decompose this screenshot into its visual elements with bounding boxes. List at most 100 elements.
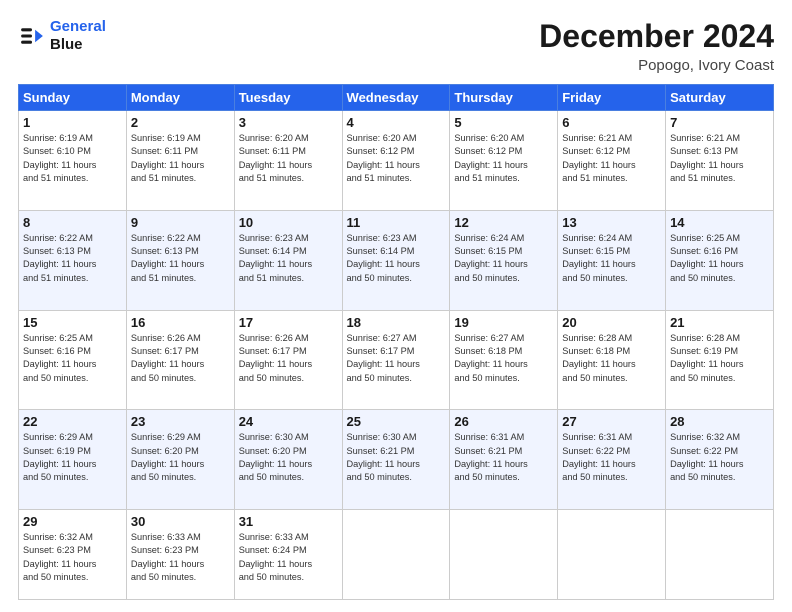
cell-details: Sunrise: 6:22 AM Sunset: 6:13 PM Dayligh…	[131, 232, 230, 285]
logo-line2: Blue	[50, 36, 83, 53]
calendar-cell: 19 Sunrise: 6:27 AM Sunset: 6:18 PM Dayli…	[450, 310, 558, 410]
col-header-tuesday: Tuesday	[234, 85, 342, 111]
cell-details: Sunrise: 6:28 AM Sunset: 6:19 PM Dayligh…	[670, 332, 769, 385]
cell-details: Sunrise: 6:31 AM Sunset: 6:21 PM Dayligh…	[454, 431, 553, 484]
month-year: December 2024	[539, 18, 774, 55]
day-number: 9	[131, 215, 230, 230]
calendar-cell: 30Sunrise: 6:33 AM Sunset: 6:23 PM Dayli…	[126, 510, 234, 600]
cell-details: Sunrise: 6:23 AM Sunset: 6:14 PM Dayligh…	[347, 232, 446, 285]
calendar-cell: 29 Sunrise: 6:32 AM Sunset: 6:23 PM Dayli…	[19, 510, 127, 600]
cell-details: Sunrise: 6:29 AM Sunset: 6:20 PM Dayligh…	[131, 431, 230, 484]
calendar-cell	[558, 510, 666, 600]
calendar-cell: 3 Sunrise: 6:20 AM Sunset: 6:11 PM Daylig…	[234, 111, 342, 211]
cell-details: Sunrise: 6:21 AM Sunset: 6:12 PM Dayligh…	[562, 132, 661, 185]
day-number: 20	[562, 315, 661, 330]
calendar-cell: 20 Sunrise: 6:28 AM Sunset: 6:18 PM Dayli…	[558, 310, 666, 410]
location: Popogo, Ivory Coast	[539, 57, 774, 74]
day-number: 19	[454, 315, 553, 330]
title-block: December 2024 Popogo, Ivory Coast	[539, 18, 774, 74]
header-row: SundayMondayTuesdayWednesdayThursdayFrid…	[19, 85, 774, 111]
day-number: 28	[670, 414, 769, 429]
calendar-cell: 23 Sunrise: 6:29 AM Sunset: 6:20 PM Dayli…	[126, 410, 234, 510]
day-number: 21	[670, 315, 769, 330]
cell-details: Sunrise: 6:20 AM Sunset: 6:12 PM Dayligh…	[347, 132, 446, 185]
day-number: 14	[670, 215, 769, 230]
calendar-cell: 12 Sunrise: 6:24 AM Sunset: 6:15 PM Dayli…	[450, 210, 558, 310]
day-number: 7	[670, 115, 769, 130]
calendar-cell: 27Sunrise: 6:31 AM Sunset: 6:22 PM Dayli…	[558, 410, 666, 510]
day-number: 4	[347, 115, 446, 130]
cell-details: Sunrise: 6:25 AM Sunset: 6:16 PM Dayligh…	[670, 232, 769, 285]
cell-details: Sunrise: 6:21 AM Sunset: 6:13 PM Dayligh…	[670, 132, 769, 185]
day-number: 13	[562, 215, 661, 230]
week-row-1: 1 Sunrise: 6:19 AM Sunset: 6:10 PM Daylig…	[19, 111, 774, 211]
cell-details: Sunrise: 6:19 AM Sunset: 6:10 PM Dayligh…	[23, 132, 122, 185]
calendar-cell: 8 Sunrise: 6:22 AM Sunset: 6:13 PM Daylig…	[19, 210, 127, 310]
cell-details: Sunrise: 6:20 AM Sunset: 6:12 PM Dayligh…	[454, 132, 553, 185]
calendar-cell: 9 Sunrise: 6:22 AM Sunset: 6:13 PM Daylig…	[126, 210, 234, 310]
col-header-sunday: Sunday	[19, 85, 127, 111]
day-number: 8	[23, 215, 122, 230]
day-number: 29	[23, 514, 122, 529]
day-number: 6	[562, 115, 661, 130]
cell-details: Sunrise: 6:24 AM Sunset: 6:15 PM Dayligh…	[454, 232, 553, 285]
calendar-cell: 11 Sunrise: 6:23 AM Sunset: 6:14 PM Dayli…	[342, 210, 450, 310]
cell-details: Sunrise: 6:28 AM Sunset: 6:18 PM Dayligh…	[562, 332, 661, 385]
calendar-cell: 16Sunrise: 6:26 AM Sunset: 6:17 PM Dayli…	[126, 310, 234, 410]
cell-details: Sunrise: 6:31 AM Sunset: 6:22 PM Dayligh…	[562, 431, 661, 484]
day-number: 17	[239, 315, 338, 330]
cell-details: Sunrise: 6:30 AM Sunset: 6:20 PM Dayligh…	[239, 431, 338, 484]
cell-details: Sunrise: 6:26 AM Sunset: 6:17 PM Dayligh…	[131, 332, 230, 385]
cell-details: Sunrise: 6:19 AM Sunset: 6:11 PM Dayligh…	[131, 132, 230, 185]
cell-details: Sunrise: 6:30 AM Sunset: 6:21 PM Dayligh…	[347, 431, 446, 484]
calendar-cell: 7 Sunrise: 6:21 AM Sunset: 6:13 PM Daylig…	[666, 111, 774, 211]
logo-icon	[18, 22, 46, 50]
day-number: 24	[239, 414, 338, 429]
day-number: 12	[454, 215, 553, 230]
day-number: 10	[239, 215, 338, 230]
cell-details: Sunrise: 6:32 AM Sunset: 6:22 PM Dayligh…	[670, 431, 769, 484]
day-number: 26	[454, 414, 553, 429]
col-header-monday: Monday	[126, 85, 234, 111]
logo-text: General Blue	[50, 18, 106, 54]
day-number: 3	[239, 115, 338, 130]
day-number: 2	[131, 115, 230, 130]
week-row-2: 8 Sunrise: 6:22 AM Sunset: 6:13 PM Daylig…	[19, 210, 774, 310]
day-number: 5	[454, 115, 553, 130]
calendar-cell: 15 Sunrise: 6:25 AM Sunset: 6:16 PM Dayli…	[19, 310, 127, 410]
week-row-5: 29 Sunrise: 6:32 AM Sunset: 6:23 PM Dayli…	[19, 510, 774, 600]
cell-details: Sunrise: 6:24 AM Sunset: 6:15 PM Dayligh…	[562, 232, 661, 285]
col-header-wednesday: Wednesday	[342, 85, 450, 111]
calendar-cell: 5 Sunrise: 6:20 AM Sunset: 6:12 PM Daylig…	[450, 111, 558, 211]
calendar-cell: 13 Sunrise: 6:24 AM Sunset: 6:15 PM Dayli…	[558, 210, 666, 310]
cell-details: Sunrise: 6:32 AM Sunset: 6:23 PM Dayligh…	[23, 531, 122, 584]
cell-details: Sunrise: 6:23 AM Sunset: 6:14 PM Dayligh…	[239, 232, 338, 285]
calendar-cell: 6 Sunrise: 6:21 AM Sunset: 6:12 PM Daylig…	[558, 111, 666, 211]
day-number: 25	[347, 414, 446, 429]
day-number: 15	[23, 315, 122, 330]
day-number: 11	[347, 215, 446, 230]
page: General Blue December 2024 Popogo, Ivory…	[0, 0, 792, 612]
calendar-cell: 18 Sunrise: 6:27 AM Sunset: 6:17 PM Dayli…	[342, 310, 450, 410]
calendar-cell	[450, 510, 558, 600]
day-number: 23	[131, 414, 230, 429]
cell-details: Sunrise: 6:22 AM Sunset: 6:13 PM Dayligh…	[23, 232, 122, 285]
cell-details: Sunrise: 6:29 AM Sunset: 6:19 PM Dayligh…	[23, 431, 122, 484]
calendar-cell	[342, 510, 450, 600]
calendar-cell: 21 Sunrise: 6:28 AM Sunset: 6:19 PM Dayli…	[666, 310, 774, 410]
cell-details: Sunrise: 6:27 AM Sunset: 6:17 PM Dayligh…	[347, 332, 446, 385]
day-number: 18	[347, 315, 446, 330]
day-number: 22	[23, 414, 122, 429]
day-number: 30	[131, 514, 230, 529]
cell-details: Sunrise: 6:25 AM Sunset: 6:16 PM Dayligh…	[23, 332, 122, 385]
day-number: 1	[23, 115, 122, 130]
cell-details: Sunrise: 6:20 AM Sunset: 6:11 PM Dayligh…	[239, 132, 338, 185]
col-header-saturday: Saturday	[666, 85, 774, 111]
logo: General Blue	[18, 18, 106, 54]
logo-line1: General	[50, 18, 106, 35]
cell-details: Sunrise: 6:26 AM Sunset: 6:17 PM Dayligh…	[239, 332, 338, 385]
calendar-cell: 31Sunrise: 6:33 AM Sunset: 6:24 PM Dayli…	[234, 510, 342, 600]
col-header-thursday: Thursday	[450, 85, 558, 111]
cell-details: Sunrise: 6:27 AM Sunset: 6:18 PM Dayligh…	[454, 332, 553, 385]
day-number: 31	[239, 514, 338, 529]
